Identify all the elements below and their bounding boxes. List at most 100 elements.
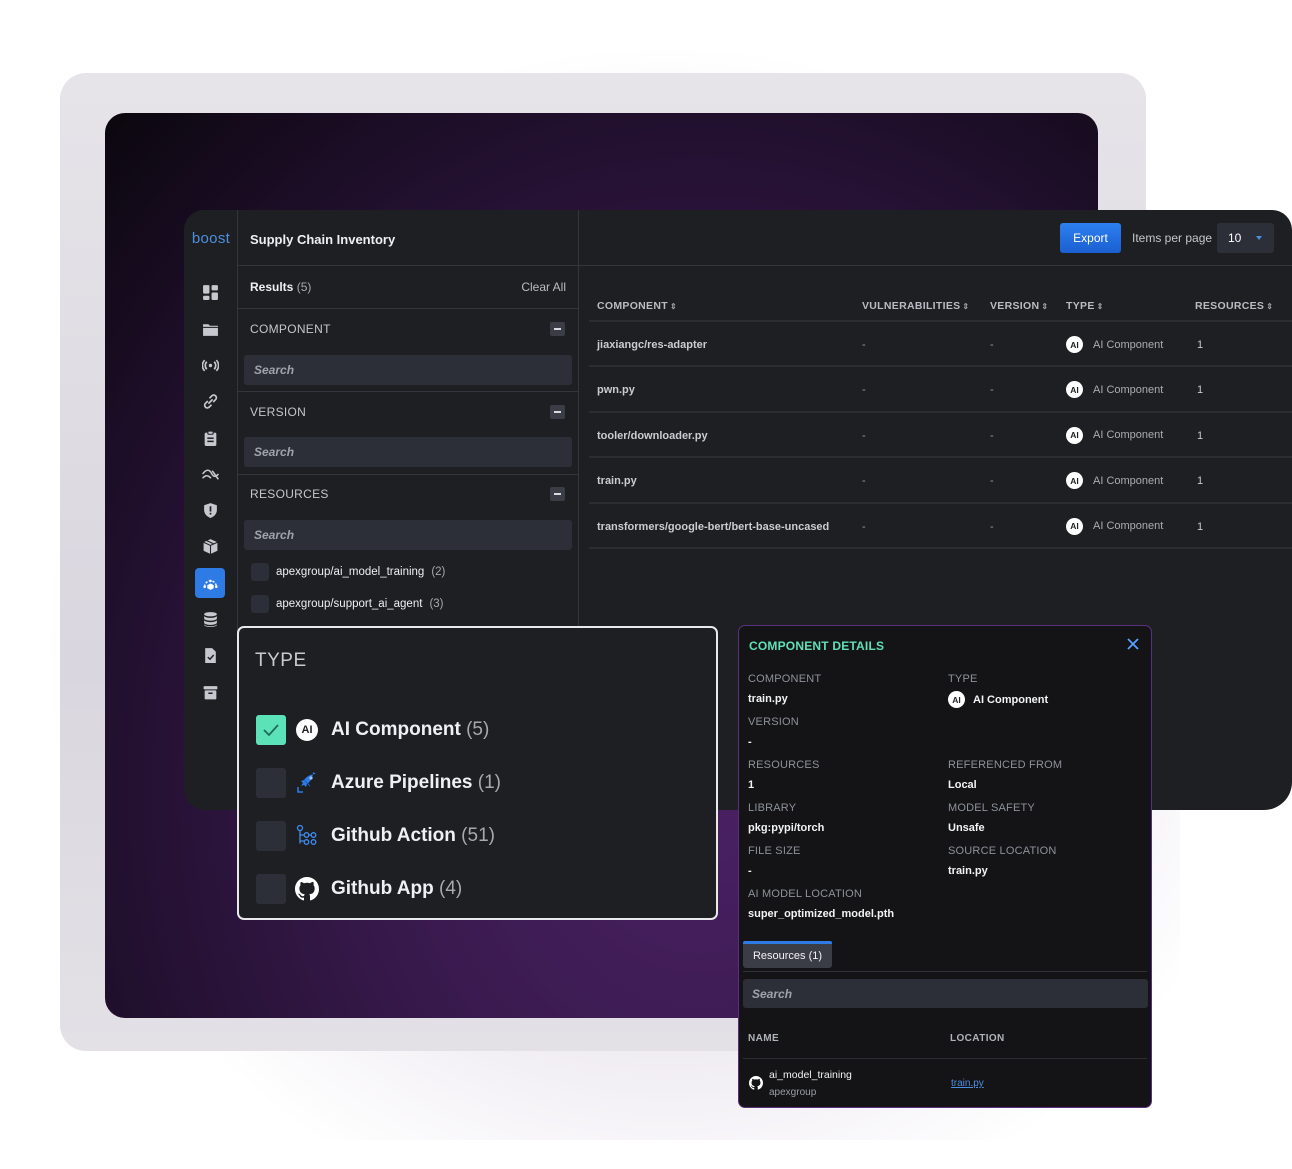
collapse-resources-button[interactable] xyxy=(550,487,565,501)
trend-icon xyxy=(201,468,219,480)
row-divider xyxy=(589,501,1292,504)
resource-name: apexgroup/ai_model_training xyxy=(276,566,425,578)
filter-section-resources-title: RESOURCES xyxy=(250,487,329,501)
field-label-source-location: SOURCE LOCATION xyxy=(948,845,1057,857)
divider xyxy=(743,1058,1147,1059)
resources-search-input[interactable] xyxy=(244,520,572,550)
folder-icon xyxy=(202,323,218,336)
sidebar-item-links[interactable] xyxy=(195,386,225,416)
column-header-type[interactable]: TYPE ⇕ xyxy=(1066,300,1104,312)
row-divider xyxy=(589,547,1292,549)
component-search-input[interactable] xyxy=(244,355,572,385)
type-option-label: Azure Pipelines (1) xyxy=(331,772,502,793)
sidebar-item-supply-chain[interactable] xyxy=(195,568,225,598)
resource-count: (3) xyxy=(429,598,444,610)
resource-filter-item[interactable]: apexgroup/ai_model_training (2) xyxy=(251,563,445,581)
github-icon xyxy=(294,876,320,902)
filter-section-version-title: VERSION xyxy=(250,405,307,419)
type-checkbox[interactable] xyxy=(256,874,286,904)
column-header-version[interactable]: VERSION ⇕ xyxy=(990,300,1048,312)
sidebar-item-security[interactable] xyxy=(195,495,225,525)
close-icon[interactable] xyxy=(1125,636,1141,652)
field-label-type: TYPE xyxy=(948,673,978,685)
sort-icon: ⇕ xyxy=(1266,302,1274,311)
type-checkbox[interactable] xyxy=(256,768,286,798)
cell-version: - xyxy=(990,429,994,442)
cell-vulnerabilities: - xyxy=(862,520,866,533)
cell-component[interactable]: pwn.py xyxy=(597,384,635,396)
type-option-azure-pipelines[interactable]: Azure Pipelines (1) xyxy=(256,768,501,798)
items-per-page-select[interactable]: 10 xyxy=(1217,223,1274,253)
resource-name: ai_model_training xyxy=(769,1069,852,1081)
sidebar-item-packages[interactable] xyxy=(195,531,225,561)
sidebar-item-trends[interactable] xyxy=(195,459,225,489)
ai-icon: AI xyxy=(294,717,320,743)
ai-icon: AI xyxy=(1066,472,1083,490)
type-filter-popup: TYPE AI AI Component (5) Azure Pipelines… xyxy=(237,626,718,920)
resource-name: apexgroup/support_ai_agent xyxy=(276,598,423,610)
type-checkbox-checked[interactable] xyxy=(256,715,286,745)
cell-resources: 1 xyxy=(1197,475,1204,488)
sidebar-item-archive[interactable] xyxy=(195,677,225,707)
resource-location-link[interactable]: train.py xyxy=(951,1078,984,1089)
export-button[interactable]: Export xyxy=(1060,223,1121,253)
type-option-github-app[interactable]: Github App (4) xyxy=(256,874,462,904)
clear-all-button[interactable]: Clear All xyxy=(521,280,566,294)
archive-icon xyxy=(203,685,217,699)
resources-detail-search-input[interactable] xyxy=(743,979,1148,1008)
field-label-component: COMPONENT xyxy=(748,673,822,685)
type-option-label: Github App (4) xyxy=(331,878,463,899)
sidebar-item-reports[interactable] xyxy=(195,423,225,453)
column-header-resources[interactable]: RESOURCES ⇕ xyxy=(1195,300,1273,312)
resource-org: apexgroup xyxy=(769,1087,817,1098)
items-per-page-label: Items per page xyxy=(1132,231,1213,245)
sidebar-item-dashboard[interactable] xyxy=(195,277,225,307)
ai-icon: AI xyxy=(1066,336,1083,353)
collapse-version-button[interactable] xyxy=(550,405,565,419)
sidebar-item-folder[interactable] xyxy=(195,314,225,344)
cell-component[interactable]: transformers/google-bert/bert-base-uncas… xyxy=(597,521,829,533)
github-action-icon xyxy=(294,823,320,849)
type-filter-title: TYPE xyxy=(255,650,307,671)
type-label: AI Component xyxy=(1093,474,1164,487)
collapse-component-button[interactable] xyxy=(550,322,565,336)
cell-component[interactable]: jiaxiangc/res-adapter xyxy=(597,339,707,351)
items-per-page-value: 10 xyxy=(1228,231,1242,245)
tab-resources[interactable]: Resources (1) xyxy=(743,941,832,968)
boost-logo[interactable]: boost xyxy=(188,230,234,247)
field-value-file-size: - xyxy=(748,865,752,877)
checkmark-icon xyxy=(263,724,279,737)
type-option-github-action[interactable]: Github Action (51) xyxy=(256,821,495,851)
field-value-version: - xyxy=(748,736,752,748)
file-check-icon xyxy=(204,647,216,663)
component-details-panel: COMPONENT DETAILS COMPONENT train.py TYP… xyxy=(738,625,1152,1108)
cell-resources: 1 xyxy=(1197,520,1204,533)
sidebar-item-database[interactable] xyxy=(195,604,225,634)
sidebar-item-compliance[interactable] xyxy=(195,640,225,670)
divider xyxy=(238,474,578,475)
cell-type: AI AI Component xyxy=(1066,336,1163,353)
divider xyxy=(238,308,578,309)
resource-checkbox[interactable] xyxy=(251,595,269,613)
type-label: AI Component xyxy=(1093,338,1164,351)
version-search-input[interactable] xyxy=(244,437,572,467)
field-value-type: AI AI Component xyxy=(948,691,1048,708)
type-checkbox[interactable] xyxy=(256,821,286,851)
page-title: Supply Chain Inventory xyxy=(250,232,396,247)
type-option-ai-component[interactable]: AI AI Component (5) xyxy=(256,715,489,745)
sidebar-item-broadcast[interactable] xyxy=(195,350,225,380)
dashboard-icon xyxy=(202,284,218,300)
type-option-label: Github Action (51) xyxy=(331,825,495,846)
cell-type: AI AI Component xyxy=(1066,381,1163,399)
row-divider xyxy=(589,410,1292,413)
column-header-vulnerabilities[interactable]: VULNERABILITIES ⇕ xyxy=(862,300,969,312)
resource-filter-item[interactable]: apexgroup/support_ai_agent (3) xyxy=(251,595,444,613)
resource-checkbox[interactable] xyxy=(251,563,269,581)
column-header-component[interactable]: COMPONENT ⇕ xyxy=(597,300,677,312)
cell-component[interactable]: tooler/downloader.py xyxy=(597,430,708,442)
cell-vulnerabilities: - xyxy=(862,475,866,488)
field-label-resources: RESOURCES xyxy=(748,759,820,771)
cell-component[interactable]: train.py xyxy=(597,475,637,487)
field-label-library: LIBRARY xyxy=(748,802,797,814)
azure-pipelines-icon xyxy=(294,770,320,796)
